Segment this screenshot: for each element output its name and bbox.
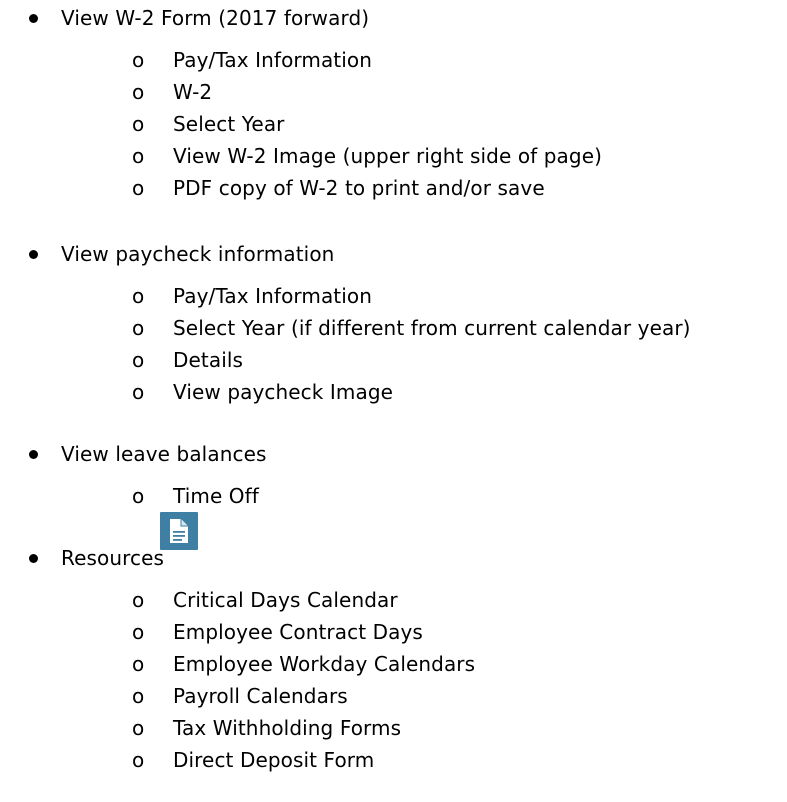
sub-bullet-marker: o (132, 684, 145, 708)
list-item: Direct Deposit Form (173, 748, 375, 772)
section-heading-leave: View leave balances (61, 442, 267, 466)
section-heading-w2: View W-2 Form (2017 forward) (61, 6, 370, 30)
list-item: Payroll Calendars (173, 684, 348, 708)
list-item: Select Year (173, 112, 285, 136)
list-item: Pay/Tax Information (173, 284, 373, 308)
sub-bullet-marker: o (132, 484, 145, 508)
sub-bullet-marker: o (132, 348, 145, 372)
sub-bullet-marker: o (132, 176, 145, 200)
sub-bullet-marker: o (132, 112, 145, 136)
list-item: W-2 (173, 80, 213, 104)
bullet-marker (29, 450, 38, 459)
sub-bullet-marker: o (132, 716, 145, 740)
bullet-marker (29, 554, 38, 563)
list-item: Employee Contract Days (173, 620, 423, 644)
list-item: Pay/Tax Information (173, 48, 373, 72)
list-item: Critical Days Calendar (173, 588, 398, 612)
sub-bullet-marker: o (132, 748, 145, 772)
document-icon (160, 512, 198, 550)
sub-bullet-marker: o (132, 144, 145, 168)
sub-bullet-marker: o (132, 80, 145, 104)
list-item: PDF copy of W-2 to print and/or save (173, 176, 545, 200)
list-item: Tax Withholding Forms (173, 716, 402, 740)
list-item: Employee Workday Calendars (173, 652, 476, 676)
sub-bullet-marker: o (132, 380, 145, 404)
sub-bullet-marker: o (132, 620, 145, 644)
sub-bullet-marker: o (132, 588, 145, 612)
document-icon-glyph (170, 519, 188, 543)
list-item: Details (173, 348, 244, 372)
list-item: View W-2 Image (upper right side of page… (173, 144, 603, 168)
sub-bullet-marker: o (132, 48, 145, 72)
document-page: View W-2 Form (2017 forward) o Pay/Tax I… (0, 0, 787, 802)
sub-bullet-marker: o (132, 652, 145, 676)
section-heading-resources: Resources (61, 546, 165, 570)
section-heading-paycheck: View paycheck information (61, 242, 335, 266)
list-item: Select Year (if different from current c… (173, 316, 691, 340)
list-item: View paycheck Image (173, 380, 394, 404)
sub-bullet-marker: o (132, 316, 145, 340)
sub-bullet-marker: o (132, 284, 145, 308)
bullet-marker (29, 14, 38, 23)
bullet-marker (29, 250, 38, 259)
list-item: Time Off (173, 484, 259, 508)
